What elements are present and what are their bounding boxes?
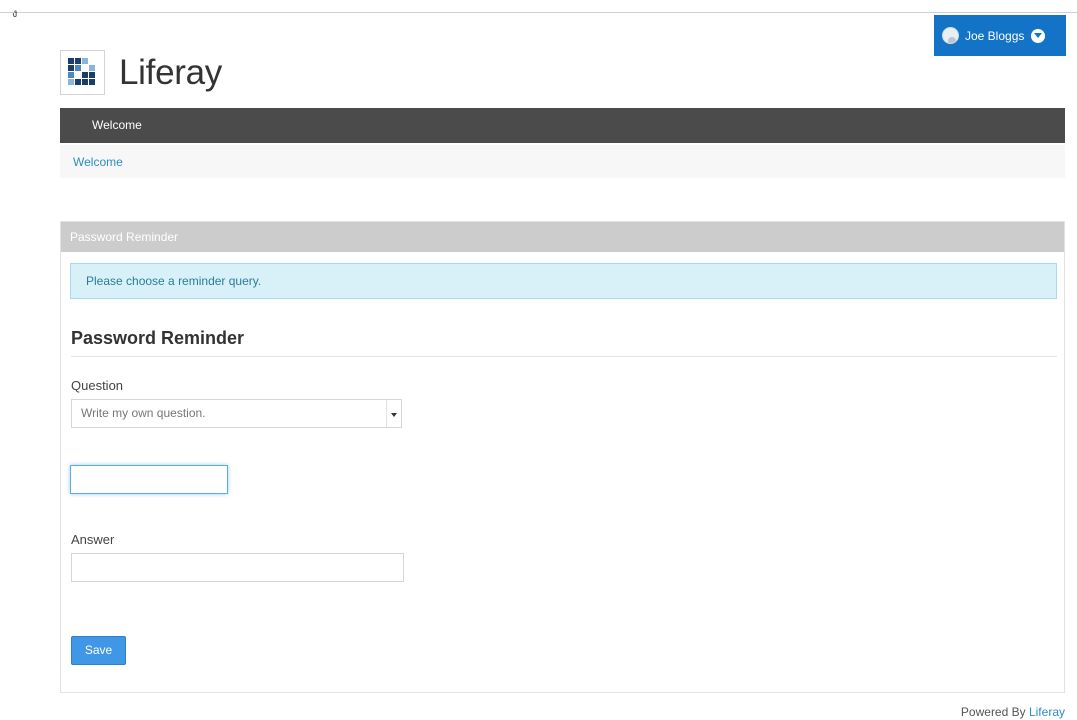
liferay-link[interactable]: Liferay [1029,705,1065,719]
user-menu-button[interactable]: Joe Bloggs [934,15,1066,56]
password-reminder-portlet: Password Reminder Please choose a remind… [60,221,1065,693]
custom-question-input[interactable] [70,465,228,494]
chevron-down-icon [1031,28,1046,43]
site-name: Liferay [119,53,222,92]
powered-by-text: Powered By [960,705,1026,719]
answer-input[interactable] [71,553,404,582]
portlet-title: Password Reminder [61,222,1064,252]
dropdown-arrow-icon [386,400,401,427]
site-logo[interactable]: Liferay [60,50,222,95]
question-select[interactable]: Write my own question. [71,399,402,428]
page-title: Password Reminder [71,328,245,348]
powered-by-footer: Powered By Liferay [961,705,1065,719]
save-button[interactable]: Save [71,636,126,665]
question-label: Question [71,378,124,393]
liferay-logo-icon [60,50,105,95]
main-navigation: Welcome [60,108,1065,143]
nav-item-welcome[interactable]: Welcome [92,108,142,143]
corner-glyph: ง [12,8,18,20]
info-alert: Please choose a reminder query. [70,263,1057,299]
avatar [942,27,959,44]
heading-divider [71,356,1057,357]
breadcrumb: Welcome [60,145,1065,178]
question-select-value: Write my own question. [81,406,206,420]
top-divider [0,12,1077,13]
breadcrumb-item-welcome[interactable]: Welcome [73,145,123,180]
user-name: Joe Bloggs [965,28,1025,43]
answer-label: Answer [71,532,115,547]
